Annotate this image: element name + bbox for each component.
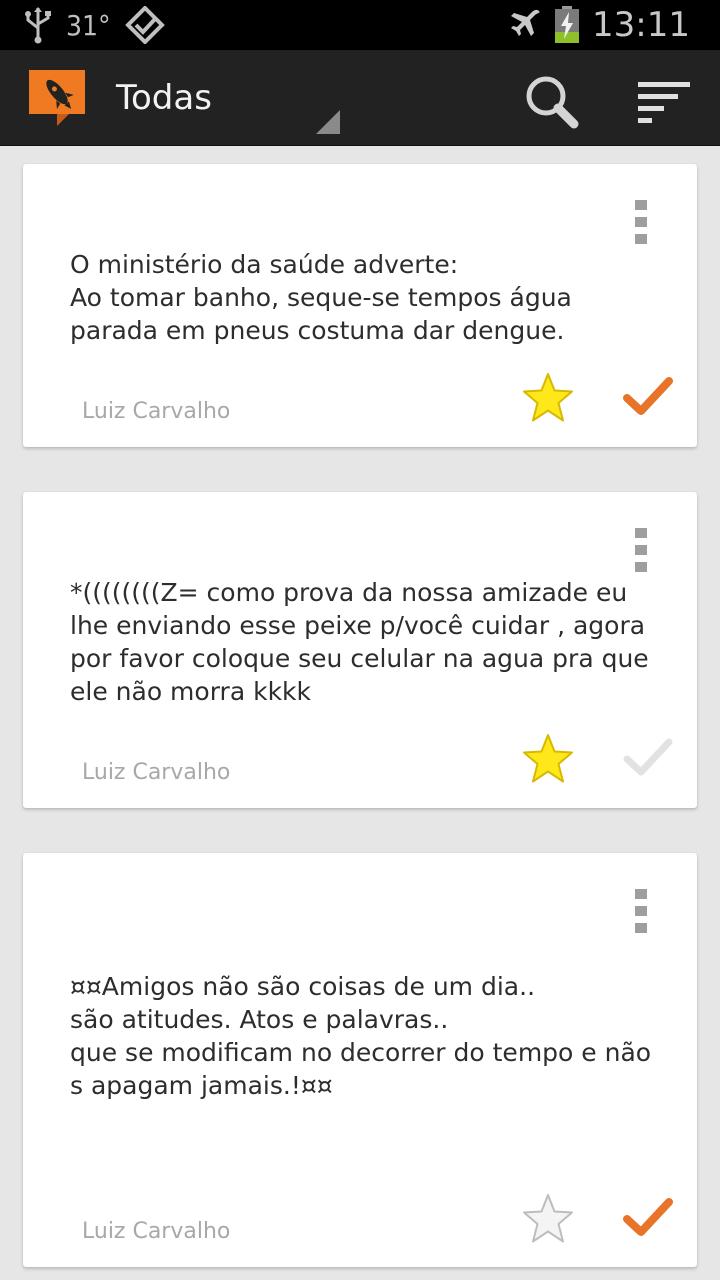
usb-icon [25, 7, 51, 44]
star-outline-icon[interactable] [521, 1193, 575, 1245]
note-card[interactable]: O ministério da saúde adverte: Ao tomar … [23, 164, 697, 447]
star-filled-icon[interactable] [521, 733, 575, 785]
overflow-menu-icon[interactable] [633, 889, 649, 933]
battery-charging-icon [555, 6, 580, 43]
list-filter-title[interactable]: Todas [116, 78, 212, 118]
status-bar-left: 31° [24, 6, 165, 44]
rocket-logo-icon[interactable] [29, 70, 85, 126]
temperature-indicator: 31° [66, 8, 111, 42]
search-icon[interactable] [520, 72, 584, 132]
status-bar-right: 13:11 [508, 5, 690, 45]
airplane-icon [511, 9, 540, 36]
check-icon[interactable] [623, 376, 673, 418]
note-card[interactable]: *((((((((Z= como prova da nossa amizade … [23, 492, 697, 808]
dropdown-indicator-icon[interactable] [316, 110, 340, 134]
note-text: O ministério da saúde adverte: Ao tomar … [70, 250, 572, 345]
note-author: Luiz Carvalho [82, 1219, 231, 1244]
overflow-menu-icon[interactable] [633, 200, 649, 244]
sort-icon[interactable] [630, 78, 694, 126]
check-diamond-icon [124, 6, 165, 44]
clock: 13:11 [592, 5, 690, 45]
status-bar: 31° 13:11 [0, 0, 720, 50]
action-bar: Todas [0, 50, 720, 146]
note-author: Luiz Carvalho [82, 399, 231, 424]
overflow-menu-icon[interactable] [633, 528, 649, 572]
note-author: Luiz Carvalho [82, 760, 231, 785]
note-card[interactable]: ¤¤Amigos não são coisas de um dia.. são … [23, 853, 697, 1267]
check-icon[interactable] [623, 1197, 673, 1239]
note-text: *((((((((Z= como prova da nossa amizade … [70, 578, 649, 706]
check-icon[interactable] [623, 737, 673, 779]
star-filled-icon[interactable] [521, 372, 575, 424]
note-text: ¤¤Amigos não são coisas de um dia.. são … [70, 972, 652, 1100]
